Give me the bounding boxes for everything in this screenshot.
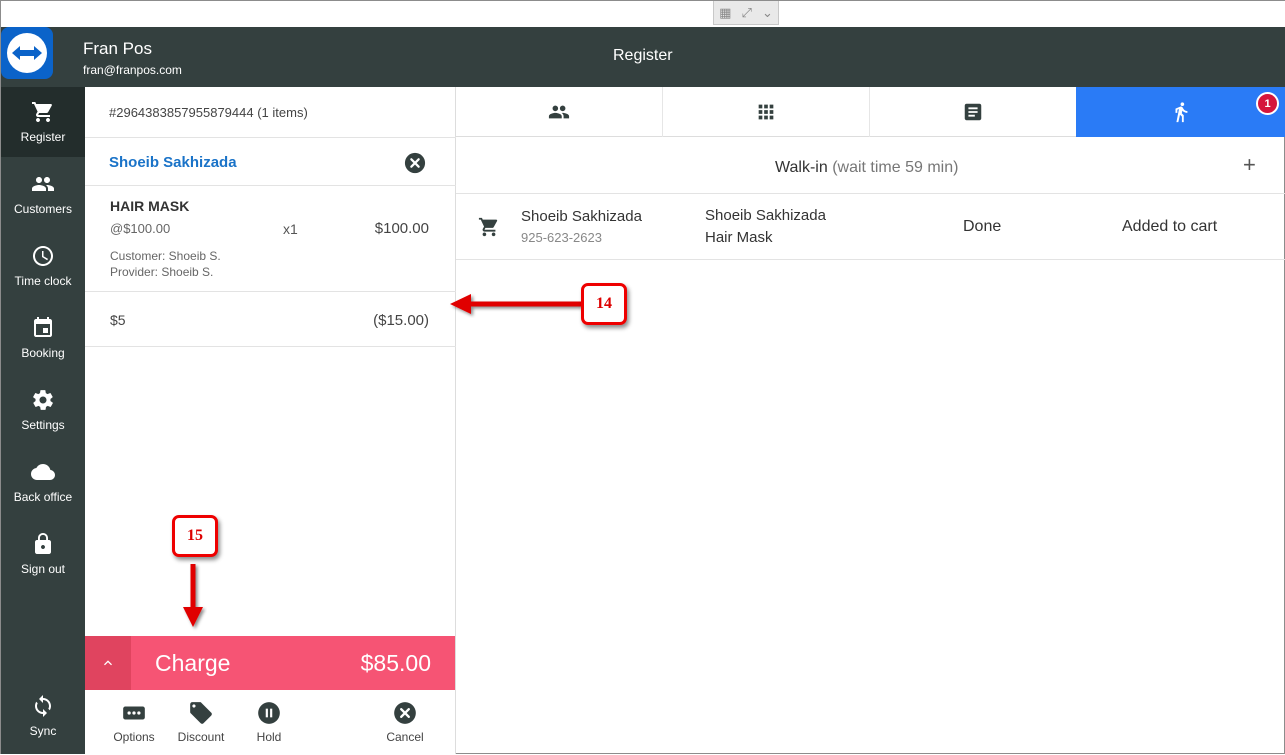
divider: [85, 185, 456, 186]
walk-in-customer-phone: 925-623-2623: [521, 230, 602, 245]
annotation-callout-15: 15: [172, 515, 218, 557]
cancel-icon: [394, 702, 416, 724]
annotation-callout-14: 14: [581, 283, 627, 325]
calendar-icon: [34, 317, 52, 337]
item-customer: Customer: Shoeib S.: [110, 249, 221, 263]
divider: [85, 291, 456, 292]
sync-button[interactable]: Sync: [1, 681, 85, 751]
charge-amount: $85.00: [360, 650, 431, 676]
sidebar-item-customers[interactable]: Customers: [1, 159, 85, 229]
chevron-down-icon[interactable]: ⌄: [762, 6, 773, 19]
discount-label: $5: [110, 312, 126, 328]
page-title: Register: [613, 47, 673, 64]
options-button[interactable]: Options: [99, 700, 169, 744]
cart-customer-name[interactable]: Shoeib Sakhizada: [109, 154, 237, 171]
sidebar-item-label: Booking: [21, 346, 65, 360]
cloud-icon: [31, 464, 55, 480]
walk-in-customer-name: Shoeib Sakhizada: [521, 208, 642, 225]
sidebar-item-time-clock[interactable]: Time clock: [1, 231, 85, 301]
teamviewer-logo: [1, 27, 53, 79]
sidebar-item-label: Sign out: [20, 562, 66, 576]
item-total: $100.00: [374, 220, 429, 237]
pause-icon: [258, 702, 280, 724]
walk-in-count-badge: 1: [1256, 92, 1279, 115]
walk-in-provider: Shoeib Sakhizada: [705, 207, 826, 224]
user-name: Fran Pos: [83, 39, 152, 58]
people-icon: [32, 177, 54, 191]
cancel-label: Cancel: [386, 730, 424, 744]
clear-customer-icon[interactable]: [404, 152, 426, 174]
user-email: fran@franpos.com: [83, 63, 182, 77]
walk-in-status: Done: [963, 218, 1002, 235]
tab-orders[interactable]: [870, 87, 1076, 137]
item-unit-price: @$100.00: [110, 221, 171, 236]
cart-icon: [478, 217, 498, 237]
chevron-up-icon: [104, 660, 112, 666]
discount-amount: ($15.00): [373, 312, 429, 329]
sidebar-item-back-office[interactable]: Back office: [1, 447, 85, 517]
fullscreen-icon[interactable]: ⤢: [741, 6, 751, 19]
charge-label: Charge: [155, 650, 231, 676]
sidebar-item-label: Back office: [13, 490, 73, 504]
walk-icon: [1175, 102, 1187, 123]
hold-label: Hold: [256, 730, 282, 744]
sidebar-item-label: Time clock: [14, 274, 72, 288]
divider: [85, 346, 456, 347]
view-tabs: [456, 87, 1285, 137]
sidebar-item-settings[interactable]: Settings: [1, 375, 85, 445]
gear-icon: [33, 390, 53, 410]
more-icon: [123, 706, 145, 720]
lock-icon: [35, 533, 51, 554]
grid-icon[interactable]: ▦: [719, 6, 731, 19]
item-provider: Provider: Shoeib S.: [110, 265, 214, 279]
list-icon: [964, 103, 982, 121]
tag-icon: [190, 702, 212, 724]
item-name: HAIR MASK: [110, 198, 190, 214]
walk-in-service: Hair Mask: [705, 229, 773, 246]
sidebar-item-booking[interactable]: Booking: [1, 303, 85, 373]
sync-icon: [35, 695, 51, 717]
item-quantity: x1: [283, 221, 298, 237]
cancel-button[interactable]: Cancel: [370, 700, 440, 744]
add-walk-in-button[interactable]: +: [1243, 154, 1256, 176]
options-label: Options: [113, 730, 155, 744]
remote-session-strip: [1, 1, 1285, 27]
tab-customers[interactable]: [456, 87, 663, 137]
people-icon: [548, 105, 570, 119]
sidebar-item-register[interactable]: Register: [1, 87, 85, 157]
double-arrow-icon: [12, 46, 42, 60]
order-id: #2964383857955879444 (1 items): [109, 105, 308, 120]
sidebar-item-label: Customers: [13, 202, 72, 216]
hold-button[interactable]: Hold: [234, 700, 304, 744]
sidebar: Register Customers Time clock Booking Se…: [1, 87, 85, 754]
tab-walk-in[interactable]: [1076, 87, 1285, 137]
clock-icon: [33, 246, 53, 266]
walk-in-title-text: Walk-in: [775, 159, 828, 176]
discount-label: Discount: [177, 730, 225, 744]
sync-label: Sync: [29, 724, 57, 738]
walk-in-header: Walk-in (wait time 59 min) +: [456, 138, 1285, 194]
app-window: ▦ ⤢ ⌄ Fran Pos fran@franpos.com Register…: [0, 0, 1285, 754]
discount-button[interactable]: Discount: [166, 700, 236, 744]
expand-totals-button[interactable]: [85, 636, 131, 690]
walk-in-cart-status: Added to cart: [1122, 218, 1218, 235]
grid-icon: [758, 104, 774, 120]
cart-panel: #2964383857955879444 (1 items) Shoeib Sa…: [85, 87, 456, 754]
remote-toolbar[interactable]: ▦ ⤢ ⌄: [713, 1, 779, 25]
walk-in-title: Walk-in (wait time 59 min): [775, 159, 958, 177]
walk-in-wait-time: (wait time 59 min): [832, 159, 959, 176]
annotation-arrow-14: [450, 294, 581, 314]
sidebar-item-label: Settings: [21, 418, 65, 432]
walk-in-row[interactable]: Shoeib Sakhizada 925-623-2623 Shoeib Sak…: [456, 195, 1285, 260]
sidebar-item-label: Register: [20, 130, 66, 144]
tab-products[interactable]: [663, 87, 870, 137]
sidebar-item-sign-out[interactable]: Sign out: [1, 519, 85, 589]
cart-icon: [32, 102, 52, 122]
charge-button[interactable]: Charge $85.00: [85, 636, 455, 690]
divider: [85, 137, 456, 138]
